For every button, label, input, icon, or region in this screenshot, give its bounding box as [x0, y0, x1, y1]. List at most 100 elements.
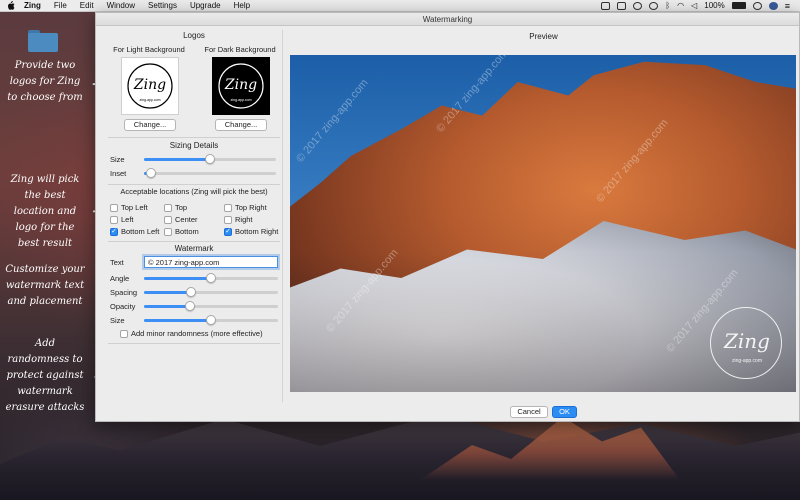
location-label: Bottom — [175, 227, 199, 236]
checkbox-box[interactable] — [224, 215, 232, 224]
wallpaper-mountain — [0, 414, 800, 500]
menu-zing[interactable]: Zing — [24, 1, 41, 10]
user-avatar-icon[interactable] — [768, 1, 778, 10]
menu-file[interactable]: File — [54, 1, 67, 10]
divider — [108, 241, 280, 242]
clock-icon[interactable] — [752, 1, 762, 10]
location-checkbox-bottom[interactable]: Bottom — [164, 227, 199, 236]
checkbox-box[interactable] — [110, 215, 118, 224]
wifi-icon[interactable]: ◠ — [677, 1, 684, 10]
watermarking-window: Watermarking Logos For Light Background … — [95, 12, 800, 422]
desktop-folder-icon[interactable] — [28, 30, 58, 52]
dark-logo-preview: Zing zing-app.com — [212, 57, 270, 115]
annotation-logos: Provide two logos for Zing to choose fro… — [7, 60, 83, 103]
annotation-randomness: Add randomness to protect against waterm… — [5, 338, 85, 413]
apple-menu-icon[interactable] — [6, 1, 16, 11]
checkbox-box[interactable] — [164, 215, 172, 224]
light-logo-text: Zing — [133, 77, 166, 93]
menu-settings[interactable]: Settings — [148, 1, 177, 10]
spacing-slider[interactable] — [144, 287, 278, 297]
location-checkbox-top[interactable]: Top — [164, 203, 187, 212]
watermark-logo-text: Zing — [723, 329, 770, 353]
checkbox-box[interactable] — [110, 203, 118, 212]
opacity-label: Opacity — [110, 302, 136, 311]
speaker-icon[interactable]: ◁ — [691, 1, 697, 10]
randomness-label: Add minor randomness (more effective) — [131, 329, 263, 338]
size-slider[interactable] — [144, 154, 276, 164]
menu-help[interactable]: Help — [234, 1, 250, 10]
light-logo-subtext: zing-app.com — [139, 98, 160, 102]
ok-button[interactable]: OK — [552, 406, 577, 418]
display-icon[interactable] — [601, 1, 611, 10]
location-label: Right — [235, 215, 253, 224]
change-dark-logo-button[interactable]: Change... — [215, 119, 267, 131]
watermark-title: Watermark — [174, 244, 214, 253]
location-checkbox-top-left[interactable]: Top Left — [110, 203, 148, 212]
zing-logo-dark-icon: Zing zing-app.com — [218, 63, 264, 109]
text-label: Text — [110, 258, 124, 267]
notification-list-icon[interactable]: ≡ — [785, 1, 790, 11]
spacing-label: Spacing — [110, 288, 138, 297]
angle-slider-knob[interactable] — [206, 273, 216, 283]
preview-image: © 2017 zing-app.com © 2017 zing-app.com … — [290, 55, 796, 392]
watermark-logo-subtext: zing-app.com — [732, 358, 762, 364]
location-checkbox-bottom-right[interactable]: ✓ Bottom Right — [224, 227, 278, 236]
inset-slider[interactable] — [144, 168, 276, 178]
watermark-size-slider-knob[interactable] — [206, 315, 216, 325]
status-area: ᛒ ◠ ◁ 100% ≡ — [601, 1, 800, 11]
light-logo-preview: Zing zing-app.com — [121, 57, 179, 115]
menu-window[interactable]: Window — [107, 1, 135, 10]
checkbox-box[interactable]: ✓ — [110, 227, 118, 236]
window-title: Watermarking — [96, 13, 799, 26]
divider — [108, 137, 280, 138]
location-label: Bottom Left — [121, 227, 160, 236]
watermark-size-slider[interactable] — [144, 315, 278, 325]
inset-label: Inset — [110, 169, 127, 178]
randomness-checkbox-box[interactable] — [120, 329, 128, 338]
location-label: Top Left — [121, 203, 148, 212]
locations-title: Acceptable locations (Zing will pick the… — [120, 187, 268, 196]
location-checkbox-top-right[interactable]: Top Right — [224, 203, 267, 212]
location-checkbox-right[interactable]: Right — [224, 215, 253, 224]
divider — [108, 184, 280, 185]
preview-title: Preview — [529, 32, 558, 41]
size-label: Size — [110, 155, 125, 164]
opacity-slider-knob[interactable] — [184, 301, 195, 311]
location-checkbox-left[interactable]: Left — [110, 215, 134, 224]
menu-upgrade[interactable]: Upgrade — [190, 1, 221, 10]
angle-slider[interactable] — [144, 273, 278, 283]
randomness-checkbox[interactable]: Add minor randomness (more effective) — [120, 329, 263, 338]
location-label: Bottom Right — [235, 227, 279, 236]
location-checkbox-center[interactable]: Center — [164, 215, 198, 224]
logos-title: Logos — [183, 31, 205, 40]
change-light-logo-button[interactable]: Change... — [124, 119, 176, 131]
annotation-text: Customize your watermark text and placem… — [5, 264, 85, 307]
checkbox-box[interactable] — [164, 203, 172, 212]
checkbox-box[interactable] — [224, 203, 232, 212]
menu-edit[interactable]: Edit — [80, 1, 94, 10]
wm-size-label: Size — [110, 316, 125, 325]
annotation-locations: Zing will pick the best location and log… — [10, 174, 80, 249]
inset-slider-knob[interactable] — [145, 168, 156, 178]
sync-icon[interactable] — [649, 1, 659, 10]
stop-icon[interactable] — [633, 1, 643, 10]
dark-logo-label: For Dark Background — [204, 45, 276, 54]
checkbox-box[interactable]: ✓ — [224, 227, 232, 236]
dark-logo-text: Zing — [224, 77, 257, 93]
battery-icon[interactable] — [731, 2, 746, 9]
bluetooth-icon[interactable]: ᛒ — [665, 1, 670, 10]
cancel-button[interactable]: Cancel — [510, 406, 548, 418]
settings-panel: Logos For Light Background For Dark Back… — [104, 27, 284, 407]
divider — [108, 343, 280, 344]
checkbox-box[interactable] — [164, 227, 172, 236]
opacity-slider[interactable] — [144, 301, 278, 311]
watermark-text-input[interactable]: © 2017 zing-app.com — [144, 256, 278, 268]
location-label: Center — [175, 215, 198, 224]
size-slider-knob[interactable] — [205, 154, 215, 164]
location-checkbox-bottom-left[interactable]: ✓ Bottom Left — [110, 227, 159, 236]
script-icon[interactable] — [617, 1, 627, 10]
battery-percent: 100% — [704, 1, 725, 10]
spacing-slider-knob[interactable] — [185, 287, 196, 297]
location-label: Top — [175, 203, 188, 212]
location-label: Top Right — [235, 203, 267, 212]
